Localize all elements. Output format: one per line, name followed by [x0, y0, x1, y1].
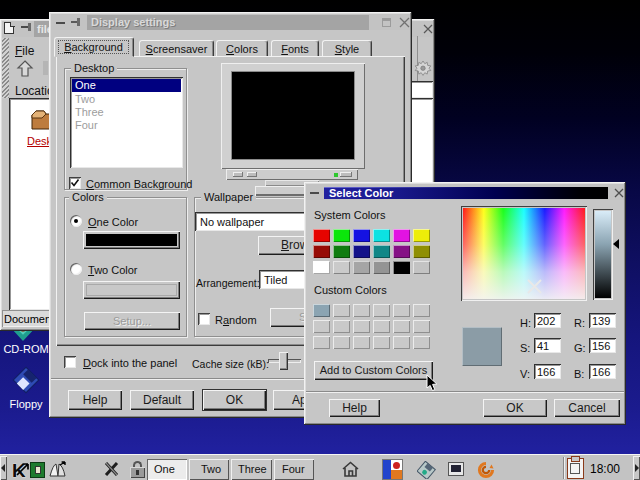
svg-text:K: K [12, 460, 26, 480]
